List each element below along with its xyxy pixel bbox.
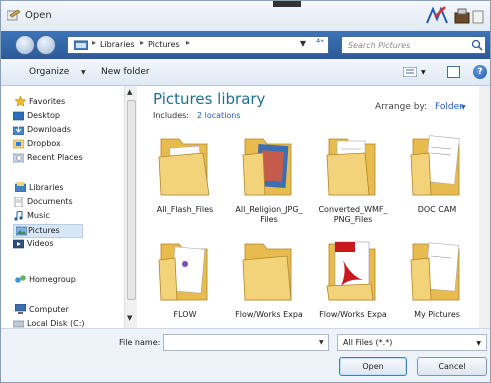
- search-icon[interactable]: [471, 39, 483, 51]
- organize-button[interactable]: Organize: [29, 67, 69, 77]
- folder-name: My Pictures: [414, 310, 460, 319]
- scrollbar-thumb[interactable]: [127, 100, 136, 300]
- chevron-down-icon[interactable]: ▼: [421, 69, 426, 76]
- folder-name: FLOW: [173, 310, 197, 319]
- folder-name: Flow/Works Expa: [235, 310, 303, 319]
- computer-icon: [15, 304, 26, 314]
- folder-name: Flow/Works Expa: [319, 310, 387, 319]
- navigation-bar: ▸ Libraries ▸ Pictures ▸ ▼ ⁴ᐩ: [1, 31, 490, 59]
- navpane-scrollbar[interactable]: ▲ ▼: [124, 86, 137, 328]
- chevron-down-icon[interactable]: ▼: [461, 104, 466, 111]
- chevron-down-icon[interactable]: ▼: [476, 340, 481, 347]
- file-name-label: File name:: [119, 338, 161, 347]
- window-title: Open: [25, 10, 52, 21]
- open-button[interactable]: Open: [339, 357, 407, 376]
- nav-item-pictures[interactable]: Pictures: [13, 224, 83, 238]
- folder-item[interactable]: All_Religion_JPG_ Files: [229, 131, 309, 241]
- titlebar-mark: [273, 1, 301, 7]
- content-pane: Pictures library Includes: 2 locations A…: [141, 86, 490, 328]
- folder-item[interactable]: Converted_WMF_ PNG_Files: [313, 131, 393, 241]
- folder-name: All_Religion_JPG_ Files: [235, 205, 303, 224]
- folder-name: Converted_WMF_ PNG_Files: [318, 205, 388, 224]
- file-selection-footer: File name: ▼ All Files (*.*) ▼ Open Canc…: [1, 328, 490, 382]
- refresh-icon[interactable]: ⁴ᐩ: [316, 38, 324, 49]
- tray-icons: [426, 6, 484, 24]
- file-name-input[interactable]: [163, 334, 329, 351]
- folder-name: All_Flash_Files: [156, 205, 214, 214]
- music-icon: [14, 211, 23, 221]
- folder-images-icon: [242, 138, 292, 196]
- folder-documents-icon: [410, 242, 460, 301]
- folder-documents-icon: [410, 135, 460, 196]
- documents-icon: [14, 197, 23, 207]
- forward-button[interactable]: [36, 35, 56, 55]
- cancel-button[interactable]: Cancel: [417, 357, 487, 376]
- back-button[interactable]: [15, 35, 35, 55]
- search-box[interactable]: [341, 36, 486, 54]
- folder-item[interactable]: Flow/Works Expa: [229, 236, 309, 328]
- search-input[interactable]: [342, 37, 470, 53]
- folder-flash-icon: [158, 138, 210, 196]
- breadcrumb-separator[interactable]: ▸: [92, 38, 96, 47]
- address-dropdown-icon[interactable]: ▼: [300, 39, 306, 48]
- arrange-by-label: Arrange by:: [375, 102, 428, 112]
- content-scrollbar[interactable]: [479, 86, 490, 328]
- includes-label: Includes:: [153, 111, 189, 120]
- libraries-icon: [15, 182, 26, 192]
- app-icon: [7, 9, 21, 21]
- disk-icon: [13, 320, 24, 328]
- breadcrumb-libraries[interactable]: Libraries: [100, 40, 135, 49]
- downloads-icon: [13, 125, 24, 135]
- open-dialog: Open ▸ Libraries ▸ Pictures ▸ ▼ ⁴ᐩ Searc…: [0, 0, 491, 383]
- preview-pane-icon[interactable]: [447, 66, 460, 78]
- help-icon[interactable]: ?: [473, 65, 487, 79]
- folder-pdf-icon: [326, 241, 376, 301]
- address-bar[interactable]: ▸ Libraries ▸ Pictures ▸ ▼ ⁴ᐩ: [67, 36, 329, 54]
- chevron-down-icon[interactable]: ▼: [81, 69, 86, 76]
- page-title: Pictures library: [153, 90, 266, 108]
- file-type-select[interactable]: All Files (*.*) ▼: [337, 334, 487, 351]
- views-icon[interactable]: [403, 67, 417, 77]
- folder-flow-icon: [158, 243, 208, 301]
- title-bar[interactable]: Open: [1, 1, 490, 31]
- scroll-down-icon[interactable]: ▼: [127, 314, 132, 322]
- new-folder-button[interactable]: New folder: [101, 67, 150, 77]
- scroll-up-icon[interactable]: ▲: [127, 88, 132, 96]
- desktop-icon: [13, 111, 24, 121]
- folder-item[interactable]: Flow/Works Expa: [313, 236, 393, 328]
- arrange-by-dropdown[interactable]: Folder: [435, 102, 463, 112]
- command-bar: Organize ▼ New folder ▼ ?: [1, 59, 490, 86]
- videos-icon: [13, 239, 24, 249]
- locations-link[interactable]: 2 locations: [197, 111, 241, 120]
- recent-places-icon: [13, 153, 24, 163]
- breadcrumb-separator[interactable]: ▸: [140, 38, 144, 47]
- folder-item[interactable]: My Pictures: [397, 236, 477, 328]
- library-icon: [74, 40, 88, 50]
- folder-item[interactable]: DOC CAM: [397, 131, 477, 241]
- navigation-pane: Favorites Desktop Downloads Dropbox Rece…: [1, 86, 139, 328]
- folder-item[interactable]: FLOW: [145, 236, 225, 328]
- folder-name: DOC CAM: [417, 205, 457, 214]
- folder-empty-icon: [242, 243, 292, 301]
- folder-documents-icon: [326, 138, 376, 196]
- folder-item[interactable]: All_Flash_Files: [145, 131, 225, 241]
- dropbox-icon: [13, 139, 24, 149]
- pictures-icon: [16, 226, 27, 236]
- chevron-down-icon[interactable]: ▼: [319, 339, 324, 346]
- star-icon: [15, 96, 26, 106]
- homegroup-icon: [15, 275, 26, 283]
- breadcrumb-separator[interactable]: ▸: [186, 38, 190, 47]
- file-type-value: All Files (*.*): [343, 338, 393, 347]
- breadcrumb-pictures[interactable]: Pictures: [148, 40, 180, 49]
